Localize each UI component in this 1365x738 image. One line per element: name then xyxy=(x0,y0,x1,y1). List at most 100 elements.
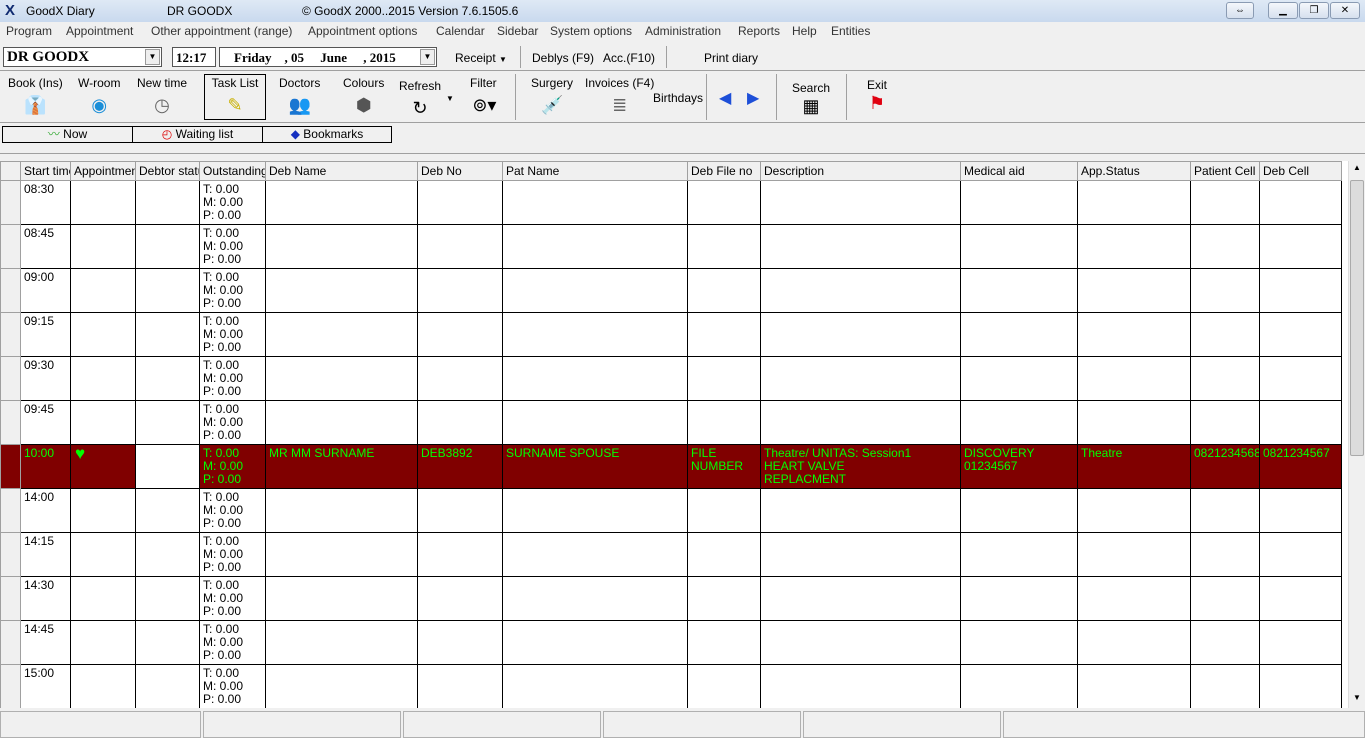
row-header[interactable] xyxy=(0,268,21,313)
cell-time[interactable]: 15:00 xyxy=(20,664,71,708)
maximize-button[interactable]: ❐ xyxy=(1299,2,1329,19)
cell-deb-no[interactable] xyxy=(417,312,503,357)
cell-deb-no[interactable] xyxy=(417,488,503,533)
cell-debtor-status[interactable] xyxy=(135,620,200,665)
menu-appointment[interactable]: Appointment xyxy=(66,24,133,38)
colours-button[interactable]: Colours ⬢ xyxy=(343,76,384,116)
restore-arrows-icon[interactable]: ⇔ xyxy=(1226,2,1254,19)
cell-time[interactable]: 09:15 xyxy=(20,312,71,357)
cell-appointment[interactable] xyxy=(70,224,136,269)
cell-debtor-status[interactable] xyxy=(135,356,200,401)
column-header-app-status[interactable]: App.Status xyxy=(1077,161,1191,181)
cell-medical-aid[interactable] xyxy=(960,224,1078,269)
cell-patient-cell[interactable] xyxy=(1190,620,1260,665)
cell-deb-file[interactable] xyxy=(687,180,761,225)
cell-pat-name[interactable] xyxy=(502,400,688,445)
cell-pat-name[interactable] xyxy=(502,620,688,665)
cell-outstanding[interactable]: T: 0.00 M: 0.00 P: 0.00 xyxy=(199,664,266,708)
refresh-dropdown-icon[interactable]: ▼ xyxy=(446,94,454,103)
vertical-scrollbar[interactable]: ▲ ▼ xyxy=(1348,161,1365,708)
minimize-button[interactable]: ▁ xyxy=(1268,2,1298,19)
previous-arrow-icon[interactable]: ◀ xyxy=(719,88,731,108)
cell-app-status[interactable]: Theatre xyxy=(1077,444,1191,489)
cell-debtor-status[interactable] xyxy=(135,576,200,621)
appointment-row[interactable]: 10:00 ♥ T: 0.00 M: 0.00 P: 0.00 MR MM SURNA… xyxy=(0,444,1342,489)
cell-pat-name[interactable] xyxy=(502,576,688,621)
cell-description[interactable] xyxy=(760,488,961,533)
cell-deb-name[interactable]: MR MM SURNAME xyxy=(265,444,418,489)
cell-app-status[interactable] xyxy=(1077,488,1191,533)
row-header[interactable] xyxy=(0,532,21,577)
cell-outstanding[interactable]: T: 0.00 M: 0.00 P: 0.00 xyxy=(199,180,266,225)
cell-patient-cell[interactable] xyxy=(1190,224,1260,269)
cell-time[interactable]: 09:30 xyxy=(20,356,71,401)
cell-description[interactable] xyxy=(760,620,961,665)
refresh-button[interactable]: Refresh ↻ xyxy=(399,79,441,119)
appointment-row[interactable]: 14:15 T: 0.00 M: 0.00 P: 0.00 xyxy=(0,532,1342,577)
cell-description[interactable] xyxy=(760,576,961,621)
cell-debtor-status[interactable] xyxy=(135,224,200,269)
row-header[interactable] xyxy=(0,620,21,665)
cell-deb-file[interactable] xyxy=(687,400,761,445)
cell-app-status[interactable] xyxy=(1077,576,1191,621)
column-header-deb-cell[interactable]: Deb Cell xyxy=(1259,161,1342,181)
cell-deb-cell[interactable] xyxy=(1259,664,1342,708)
row-header[interactable] xyxy=(0,664,21,708)
cell-outstanding[interactable]: T: 0.00 M: 0.00 P: 0.00 xyxy=(199,576,266,621)
time-field[interactable]: 12:17 xyxy=(172,47,216,67)
cell-debtor-status[interactable] xyxy=(135,664,200,708)
cell-medical-aid[interactable] xyxy=(960,620,1078,665)
cell-description[interactable] xyxy=(760,664,961,708)
cell-debtor-status[interactable] xyxy=(135,312,200,357)
cell-medical-aid[interactable] xyxy=(960,356,1078,401)
appointment-row[interactable]: 14:30 T: 0.00 M: 0.00 P: 0.00 xyxy=(0,576,1342,621)
cell-app-status[interactable] xyxy=(1077,664,1191,708)
row-header[interactable] xyxy=(0,180,21,225)
cell-deb-no[interactable] xyxy=(417,620,503,665)
column-header-medical-aid[interactable]: Medical aid xyxy=(960,161,1078,181)
cell-deb-cell[interactable] xyxy=(1259,224,1342,269)
row-header[interactable] xyxy=(0,444,21,489)
receipt-button[interactable]: Receipt ▼ xyxy=(455,51,507,65)
cell-deb-no[interactable] xyxy=(417,400,503,445)
appointment-row[interactable]: 08:30 T: 0.00 M: 0.00 P: 0.00 xyxy=(0,180,1342,225)
cell-outstanding[interactable]: T: 0.00 M: 0.00 P: 0.00 xyxy=(199,488,266,533)
cell-deb-name[interactable] xyxy=(265,400,418,445)
cell-debtor-status[interactable] xyxy=(135,268,200,313)
column-header-debtor-status[interactable]: Debtor status xyxy=(135,161,200,181)
cell-pat-name[interactable]: SURNAME SPOUSE xyxy=(502,444,688,489)
cell-appointment[interactable] xyxy=(70,400,136,445)
search-button[interactable]: Search ▦ xyxy=(792,81,830,117)
cell-patient-cell[interactable] xyxy=(1190,664,1260,708)
cell-time[interactable]: 14:00 xyxy=(20,488,71,533)
cell-appointment[interactable] xyxy=(70,620,136,665)
cell-outstanding[interactable]: T: 0.00 M: 0.00 P: 0.00 xyxy=(199,312,266,357)
cell-deb-file[interactable] xyxy=(687,488,761,533)
cell-outstanding[interactable]: T: 0.00 M: 0.00 P: 0.00 xyxy=(199,400,266,445)
scroll-down-icon[interactable]: ▼ xyxy=(1353,693,1361,702)
appointment-row[interactable]: 14:00 T: 0.00 M: 0.00 P: 0.00 xyxy=(0,488,1342,533)
cell-description[interactable] xyxy=(760,224,961,269)
cell-patient-cell[interactable]: 0821234568 xyxy=(1190,444,1260,489)
menu-reports[interactable]: Reports xyxy=(738,24,780,38)
cell-app-status[interactable] xyxy=(1077,268,1191,313)
cell-time[interactable]: 14:30 xyxy=(20,576,71,621)
cell-medical-aid[interactable] xyxy=(960,400,1078,445)
cell-deb-name[interactable] xyxy=(265,268,418,313)
cell-deb-name[interactable] xyxy=(265,356,418,401)
column-header-deb-name[interactable]: Deb Name xyxy=(265,161,418,181)
cell-debtor-status[interactable] xyxy=(135,532,200,577)
row-header[interactable] xyxy=(0,488,21,533)
cell-pat-name[interactable] xyxy=(502,664,688,708)
cell-pat-name[interactable] xyxy=(502,312,688,357)
acc-button[interactable]: Acc.(F10) xyxy=(603,51,655,65)
cell-deb-name[interactable] xyxy=(265,576,418,621)
cell-patient-cell[interactable] xyxy=(1190,532,1260,577)
cell-medical-aid[interactable] xyxy=(960,268,1078,313)
row-header[interactable] xyxy=(0,400,21,445)
doctor-select[interactable]: DR GOODX ▼ xyxy=(3,47,162,67)
cell-time[interactable]: 08:45 xyxy=(20,224,71,269)
cell-medical-aid[interactable] xyxy=(960,488,1078,533)
cell-patient-cell[interactable] xyxy=(1190,312,1260,357)
cell-time[interactable]: 08:30 xyxy=(20,180,71,225)
